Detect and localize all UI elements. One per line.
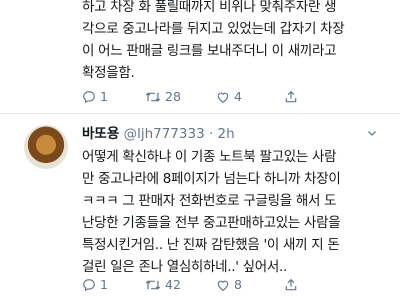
reply-icon: [83, 90, 95, 103]
tweet-1-line: 각으로 중고나라를 뒤지고 있었는데 갑자기 차장: [82, 21, 345, 37]
tweet-1-line: 이 어느 판매글 링크를 보내주더니 이 새끼라고: [82, 43, 337, 59]
timestamp[interactable]: 2h: [218, 126, 235, 142]
share-icon: [285, 90, 297, 102]
like-button[interactable]: 8: [216, 277, 284, 292]
tweet-2-actions: 1 42 8: [82, 277, 298, 292]
tweet-2-line: 특정시킨거임.. 난 진짜 감탄했음 '이 새끼 지 돈: [82, 237, 340, 253]
retweet-button[interactable]: 42: [145, 277, 216, 292]
reply-button[interactable]: 1: [82, 89, 145, 104]
tweet-2-line: 난당한 기종들을 전부 중고판매하고있는 사람을: [82, 215, 341, 231]
retweet-count: 28: [165, 89, 181, 104]
tweet-1-actions: 1 28 4: [82, 89, 298, 104]
share-icon: [285, 278, 297, 290]
retweet-icon: [145, 91, 161, 102]
like-count: 4: [234, 89, 242, 104]
user-handle[interactable]: @ljh777333: [124, 126, 205, 142]
retweet-icon: [145, 279, 161, 290]
tweet-2-line: 걸린 일은 존나 열심히하네..' 싶어서..: [82, 259, 288, 275]
like-count: 8: [234, 277, 242, 292]
heart-icon: [217, 280, 229, 291]
tweet-2-line: 만 중고나라에 8페이지가 넘는다 하니까 차장이: [82, 171, 341, 187]
reply-button[interactable]: 1: [82, 277, 145, 292]
tweet-2-text: 어떻게 확신하냐 이 기종 노트북 팔고있는 사람 만 중고나라에 8페이지가 …: [82, 146, 341, 278]
separator-dot: ·: [208, 126, 214, 142]
heart-icon: [217, 92, 229, 103]
tweet-1-line: 하고 차장 화 풀릴때까지 비위나 맞춰주자란 생: [82, 0, 337, 15]
share-button[interactable]: [284, 278, 298, 292]
reply-count: 1: [100, 277, 108, 292]
timeline: 하고 차장 화 풀릴때까지 비위나 맞춰주자란 생 각으로 중고나라를 뒤지고 …: [0, 0, 400, 300]
retweet-button[interactable]: 28: [145, 89, 216, 104]
tweet-divider: [0, 113, 400, 114]
tweet-2-header: 바또용 @ljh777333 · 2h: [82, 122, 235, 142]
tweet-1-text: 하고 차장 화 풀릴때까지 비위나 맞춰주자란 생 각으로 중고나라를 뒤지고 …: [82, 0, 345, 84]
reply-count: 1: [100, 89, 108, 104]
reply-icon: [83, 278, 95, 291]
tweet-2-line: ㅋㅋㅋ 그 판매자 전화번호로 구글링을 해서 도: [82, 193, 337, 209]
tweet-2-line: 어떻게 확신하냐 이 기종 노트북 팔고있는 사람: [82, 149, 337, 165]
share-button[interactable]: [284, 90, 298, 104]
chevron-down-icon[interactable]: [366, 127, 378, 139]
display-name[interactable]: 바또용: [82, 126, 119, 142]
avatar[interactable]: [24, 125, 68, 169]
like-button[interactable]: 4: [216, 89, 284, 104]
tweet-1-line: 확정을함.: [82, 65, 135, 81]
retweet-count: 42: [165, 277, 181, 292]
